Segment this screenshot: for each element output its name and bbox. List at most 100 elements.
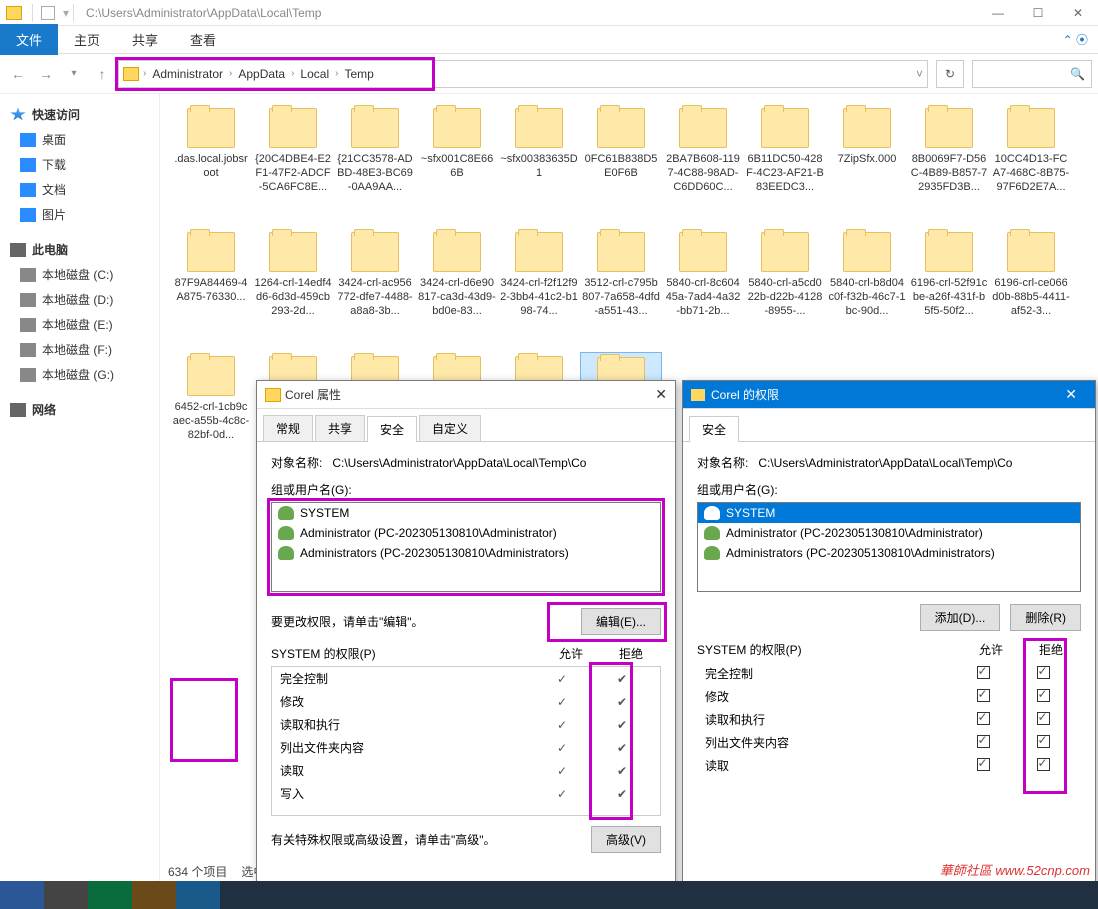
tab-home[interactable]: 主页 [58,24,116,55]
folder-icon [433,232,481,272]
user-row[interactable]: SYSTEM [698,503,1080,523]
dialog-titlebar[interactable]: Corel 属性 ✕ [257,381,675,409]
user-row[interactable]: Administrators (PC-202305130810\Administ… [698,543,1080,563]
folder-item[interactable]: 6196-crl-ce066d0b-88b5-4411-af52-3... [990,228,1072,352]
deny-checkbox[interactable] [1037,689,1050,702]
folder-item[interactable]: 5840-crl-b8d04c0f-f32b-46c7-1bc-90d... [826,228,908,352]
edit-button[interactable]: 编辑(E)... [581,608,661,635]
tab-general[interactable]: 常规 [263,415,313,441]
tab-security[interactable]: 安全 [689,416,739,442]
folder-label: 6452-crl-1cb9caec-a55b-4c8c-82bf-0d... [170,400,252,442]
crumb-item[interactable]: Temp [338,67,379,81]
folder-item[interactable]: 6B11DC50-428F-4C23-AF21-B83EEDC3... [744,104,826,228]
dialog-title: Corel 的权限 [711,386,779,403]
folder-icon [433,108,481,148]
allow-checkbox[interactable] [977,666,990,679]
folder-item[interactable]: 87F9A84469-4A875-76330... [170,228,252,352]
user-row[interactable]: SYSTEM [272,503,660,523]
tab-share[interactable]: 共享 [116,24,174,55]
sidebar-drive[interactable]: 本地磁盘 (C:) [0,262,159,287]
folder-item[interactable]: 3424-crl-f2f12f92-3bb4-41c2-b198-74... [498,228,580,352]
history-dropdown[interactable]: ▾ [62,62,86,86]
user-list[interactable]: SYSTEM Administrator (PC-202305130810\Ad… [697,502,1081,592]
folder-label: 6B11DC50-428F-4C23-AF21-B83EEDC3... [744,152,826,194]
forward-button[interactable]: → [34,62,58,86]
folder-label: 8B0069F7-D56C-4B89-B857-72935FD3B... [908,152,990,194]
folder-item[interactable]: 3512-crl-c795b807-7a658-4dfd-a551-43... [580,228,662,352]
folder-item[interactable]: ~sfx00383635D1 [498,104,580,228]
deny-checkbox[interactable] [1037,735,1050,748]
allow-checkbox[interactable] [977,689,990,702]
sidebar-network[interactable]: 网络 [0,397,159,422]
search-input[interactable]: 🔍 [972,60,1092,88]
folder-icon [351,108,399,148]
sidebar-quick-access[interactable]: 快速访问 [0,102,159,127]
deny-checkbox[interactable] [1037,712,1050,725]
folder-item[interactable]: 2BA7B608-1197-4C88-98AD-C6DD60C... [662,104,744,228]
user-list[interactable]: SYSTEM Administrator (PC-202305130810\Ad… [271,502,661,592]
advanced-button[interactable]: 高级(V) [591,826,661,853]
tab-customize[interactable]: 自定义 [419,415,481,441]
folder-item[interactable]: 6196-crl-52f91cbe-a26f-431f-b5f5-50f2... [908,228,990,352]
sidebar-drive[interactable]: 本地磁盘 (D:) [0,287,159,312]
sidebar-item-desktop[interactable]: 桌面 [0,127,159,152]
folder-item[interactable]: ~sfx001C8E666B [416,104,498,228]
crumb-item[interactable]: Administrator [146,67,229,81]
folder-icon [265,388,281,402]
refresh-button[interactable]: ↻ [936,60,964,88]
allow-checkbox[interactable] [977,735,990,748]
allow-checkbox[interactable] [977,712,990,725]
tab-security[interactable]: 安全 [367,416,417,442]
minimize-button[interactable]: — [978,6,1018,20]
breadcrumb[interactable]: › Administrator › AppData › Local › Temp… [118,60,928,88]
folder-item[interactable]: {21CC3578-ADBD-48E3-BC69-0AA9AA... [334,104,416,228]
close-icon[interactable]: ✕ [1055,386,1087,403]
crumb-item[interactable]: AppData [232,67,291,81]
folder-label: 3424-crl-f2f12f92-3bb4-41c2-b198-74... [498,276,580,318]
sidebar-item-downloads[interactable]: 下载 [0,152,159,177]
sidebar-item-documents[interactable]: 文档 [0,177,159,202]
sidebar-drive[interactable]: 本地磁盘 (G:) [0,362,159,387]
folder-icon [187,356,235,396]
help-icon[interactable]: ⌃ ⦿ [1063,31,1098,48]
maximize-button[interactable]: ☐ [1018,6,1058,20]
crumb-item[interactable]: Local [294,67,335,81]
add-button[interactable]: 添加(D)... [920,604,1001,631]
folder-label: {20C4DBE4-E2F1-47F2-ADCF-5CA6FC8E... [252,152,334,194]
remove-button[interactable]: 删除(R) [1010,604,1081,631]
navigation-sidebar: 快速访问 桌面 下载 文档 图片 此电脑 本地磁盘 (C:) 本地磁盘 (D:)… [0,94,160,884]
folder-item[interactable]: .das.local.jobsroot [170,104,252,228]
folder-item[interactable]: 7ZipSfx.000 [826,104,908,228]
folder-item[interactable]: 1264-crl-14edf4d6-6d3d-459cb293-2d... [252,228,334,352]
allow-checkbox[interactable] [977,758,990,771]
tab-view[interactable]: 查看 [174,24,232,55]
sidebar-this-pc[interactable]: 此电脑 [0,237,159,262]
user-row[interactable]: Administrators (PC-202305130810\Administ… [272,543,660,563]
object-path: C:\Users\Administrator\AppData\Local\Tem… [758,456,1012,470]
tab-sharing[interactable]: 共享 [315,415,365,441]
folder-item[interactable]: 3424-crl-ac956772-dfe7-4488-a8a8-3b... [334,228,416,352]
folder-item[interactable]: 8B0069F7-D56C-4B89-B857-72935FD3B... [908,104,990,228]
sidebar-drive[interactable]: 本地磁盘 (E:) [0,312,159,337]
close-button[interactable]: ✕ [1058,6,1098,20]
sidebar-drive[interactable]: 本地磁盘 (F:) [0,337,159,362]
dialog-title: Corel 属性 [285,386,341,403]
folder-item[interactable]: 3424-crl-d6e90817-ca3d-43d9-bd0e-83... [416,228,498,352]
up-button[interactable]: ↑ [90,62,114,86]
folder-item[interactable]: 5840-crl-a5cd022b-d22b-4128-8955-... [744,228,826,352]
tab-file[interactable]: 文件 [0,24,58,55]
deny-checkbox[interactable] [1037,758,1050,771]
close-icon[interactable]: ✕ [655,386,667,403]
dialog-titlebar[interactable]: Corel 的权限 ✕ [683,381,1095,409]
sidebar-item-pictures[interactable]: 图片 [0,202,159,227]
folder-item[interactable]: {20C4DBE4-E2F1-47F2-ADCF-5CA6FC8E... [252,104,334,228]
deny-checkbox[interactable] [1037,666,1050,679]
folder-item[interactable]: 5840-crl-8c60445a-7ad4-4a32-bb71-2b... [662,228,744,352]
taskbar[interactable] [0,881,1098,909]
back-button[interactable]: ← [6,62,30,86]
user-row[interactable]: Administrator (PC-202305130810\Administr… [698,523,1080,543]
folder-item[interactable]: 10CC4D13-FCA7-468C-8B75-97F6D2E7A... [990,104,1072,228]
user-row[interactable]: Administrator (PC-202305130810\Administr… [272,523,660,543]
folder-item[interactable]: 6452-crl-1cb9caec-a55b-4c8c-82bf-0d... [170,352,252,476]
folder-item[interactable]: 0FC61B838D5E0F6B [580,104,662,228]
